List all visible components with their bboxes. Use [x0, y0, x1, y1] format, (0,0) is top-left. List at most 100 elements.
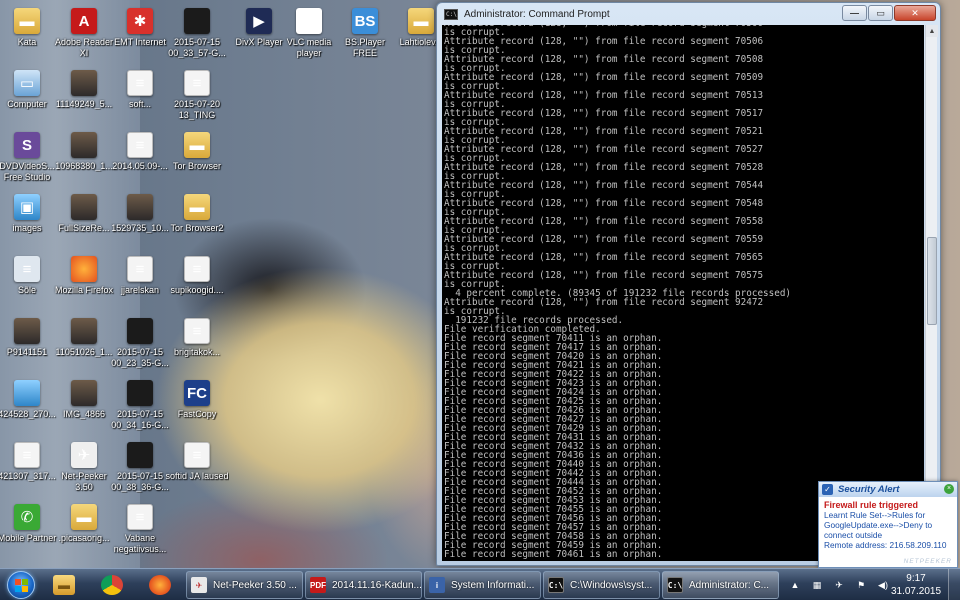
- photo-icon: [14, 380, 40, 406]
- desktop-icon-label: 421307_317...: [0, 471, 56, 481]
- taskbar-button[interactable]: ✈ Net-Peeker 3.50 ...: [186, 571, 303, 599]
- photo-icon: [71, 70, 97, 96]
- show-desktop-button[interactable]: [948, 569, 960, 600]
- maximize-button[interactable]: ▭: [868, 5, 893, 21]
- pinned-app-button[interactable]: [92, 570, 132, 600]
- taskbar-button-label: C:\Windows\syst...: [570, 579, 653, 591]
- console-line: Attribute record (128, "") from file rec…: [444, 126, 764, 137]
- pinned-app-button[interactable]: [140, 570, 180, 600]
- desktop-icon-label: 11051026_1...: [55, 347, 113, 357]
- document-icon: ≡: [14, 256, 40, 282]
- desktop-icon[interactable]: ✆ Mobile Partner: [0, 500, 59, 562]
- desktop-icon[interactable]: 11051026_1...: [52, 314, 116, 376]
- taskbar-button[interactable]: C:\ C:\Windows\syst...: [543, 571, 660, 599]
- start-button[interactable]: [2, 569, 40, 600]
- desktop-icon-label: BS.Player FREE: [344, 37, 386, 58]
- desktop-icon[interactable]: ▬ Tor Browser: [165, 128, 229, 190]
- pinned-app-button[interactable]: ▬: [44, 570, 84, 600]
- desktop-icon[interactable]: ✈ Net-Peeker 3.50: [52, 438, 116, 500]
- desktop-icon[interactable]: 2015-07-15 00_33_57-G...: [165, 4, 229, 66]
- console-line: Attribute record (128, "") from file rec…: [444, 36, 764, 47]
- desktop-icon[interactable]: FullSizeRe...: [52, 190, 116, 252]
- desktop-icon-label: P9141151: [6, 347, 48, 357]
- desktop-icon-label: 2015-07-15 00_23_35-G...: [111, 347, 169, 368]
- desktop-icon[interactable]: 424528_270...: [0, 376, 59, 438]
- desktop-icon[interactable]: 10968380_1...: [52, 128, 116, 190]
- desktop-icon[interactable]: S DVDVideoS... Free Studio: [0, 128, 59, 190]
- netpeeker-tray-icon[interactable]: ✈: [832, 578, 846, 592]
- desktop-icon[interactable]: ▭ Computer: [0, 66, 59, 128]
- desktop-icon[interactable]: Mozilla Firefox: [52, 252, 116, 314]
- desktop-icon[interactable]: ▲ VLC media player: [277, 4, 341, 66]
- taskbar-button[interactable]: C:\ Administrator: C...: [662, 571, 779, 599]
- photo-icon: [71, 194, 97, 220]
- security-alert-popup[interactable]: ✓ Security Alert × Firewall rule trigger…: [818, 481, 958, 568]
- desktop-icon[interactable]: ▬ Tor Browser2: [165, 190, 229, 252]
- desktop-icon[interactable]: ≡ soft...: [108, 66, 172, 128]
- desktop-icon[interactable]: ≡ brigitakok...: [165, 314, 229, 376]
- photo-icon: [71, 132, 97, 158]
- desktop-icon-label: images: [12, 223, 42, 233]
- desktop-icon-label: FastCopy: [177, 409, 217, 419]
- desktop-icon[interactable]: ✱ EMT Internet: [108, 4, 172, 66]
- mobile-partner-icon: ✆: [14, 504, 40, 530]
- scrollbar-thumb[interactable]: [927, 237, 937, 325]
- flag-tray-icon[interactable]: ⚑: [854, 578, 868, 592]
- desktop-icon[interactable]: P9141151: [0, 314, 59, 376]
- folder-icon: ▬: [14, 8, 40, 34]
- windows-logo-icon: [7, 571, 35, 599]
- fastcopy-icon: FC: [184, 380, 210, 406]
- desktop-icon[interactable]: ▣ images: [0, 190, 59, 252]
- desktop-icon[interactable]: ≡ Vabane negatiivsus...: [108, 500, 172, 562]
- desktop-icon[interactable]: 1529735_10...: [108, 190, 172, 252]
- console-line: Attribute record (128, "") from file rec…: [444, 297, 764, 308]
- desktop-icon[interactable]: ≡ jjarelskan: [108, 252, 172, 314]
- tray-expand-icon[interactable]: ▲: [788, 578, 802, 592]
- document-icon: ≡: [127, 256, 153, 282]
- document-icon: ≡: [184, 256, 210, 282]
- desktop-icon[interactable]: A Adobe Reader XI: [52, 4, 116, 66]
- folder-icon: ▬: [71, 504, 97, 530]
- close-button[interactable]: ✕: [894, 5, 936, 21]
- folder-icon: ▬: [184, 132, 210, 158]
- minimize-button[interactable]: —: [842, 5, 867, 21]
- document-icon: ≡: [184, 70, 210, 96]
- desktop-icon-label: Tor Browser: [172, 161, 221, 171]
- video-thumbnail-icon: [184, 8, 210, 34]
- shield-icon: ✓: [822, 484, 833, 495]
- desktop-icon[interactable]: ≡ supikoogid....: [165, 252, 229, 314]
- desktop-icon-label: Tor Browser2: [170, 223, 224, 233]
- desktop-icon[interactable]: ▬ .picasaorig...: [52, 500, 116, 562]
- desktop-icon[interactable]: FC FastCopy: [165, 376, 229, 438]
- desktop-icon-label: Sõle: [17, 285, 36, 295]
- desktop-icon[interactable]: 2015-07-15 00_34_16-G...: [108, 376, 172, 438]
- dvd-studio-icon: S: [14, 132, 40, 158]
- network-tray-icon[interactable]: ▦: [810, 578, 824, 592]
- system-clock[interactable]: 9:17 31.07.2015: [886, 572, 946, 598]
- taskbar-button-label: Administrator: C...: [689, 579, 770, 591]
- explorer-icon: ▬: [53, 575, 75, 595]
- desktop-icon-label: 2015-07-20 13_TING: [173, 99, 221, 120]
- desktop-icon[interactable]: ▬ Kata: [0, 4, 59, 66]
- desktop-icon[interactable]: 2015-07-15 00_38_36-G...: [108, 438, 172, 500]
- desktop-icon[interactable]: ≡ 421307_317...: [0, 438, 59, 500]
- alert-heading: Firewall rule triggered: [824, 500, 919, 510]
- desktop-icon[interactable]: ≡ Sõle: [0, 252, 59, 314]
- alert-close-button[interactable]: ×: [944, 484, 954, 494]
- desktop-icon[interactable]: IMG_4866: [52, 376, 116, 438]
- scroll-up-arrow-icon[interactable]: ▲: [926, 25, 938, 37]
- console-text: Attribute record (128, "") from file rec…: [444, 25, 924, 559]
- console-line: Attribute record (128, "") from file rec…: [444, 54, 764, 65]
- document-icon: ≡: [14, 442, 40, 468]
- window-titlebar[interactable]: C:\ Administrator: Command Prompt — ▭ ✕: [437, 3, 940, 25]
- desktop-icon[interactable]: ≡ softid JA laused: [165, 438, 229, 500]
- desktop-icon[interactable]: 2015-07-15 00_23_35-G...: [108, 314, 172, 376]
- desktop-icon[interactable]: ≡ 2014.05.09-...: [108, 128, 172, 190]
- document-icon: ≡: [127, 70, 153, 96]
- taskbar-button[interactable]: PDF 2014.11.16-Kadun...: [305, 571, 422, 599]
- desktop-icon[interactable]: 11149249_5...: [52, 66, 116, 128]
- desktop-icon[interactable]: ≡ 2015-07-20 13_TING: [165, 66, 229, 128]
- taskbar-button[interactable]: i System Informati...: [424, 571, 541, 599]
- desktop-icon-label: Computer: [7, 99, 47, 109]
- desktop-icon[interactable]: BS BS.Player FREE: [333, 4, 397, 66]
